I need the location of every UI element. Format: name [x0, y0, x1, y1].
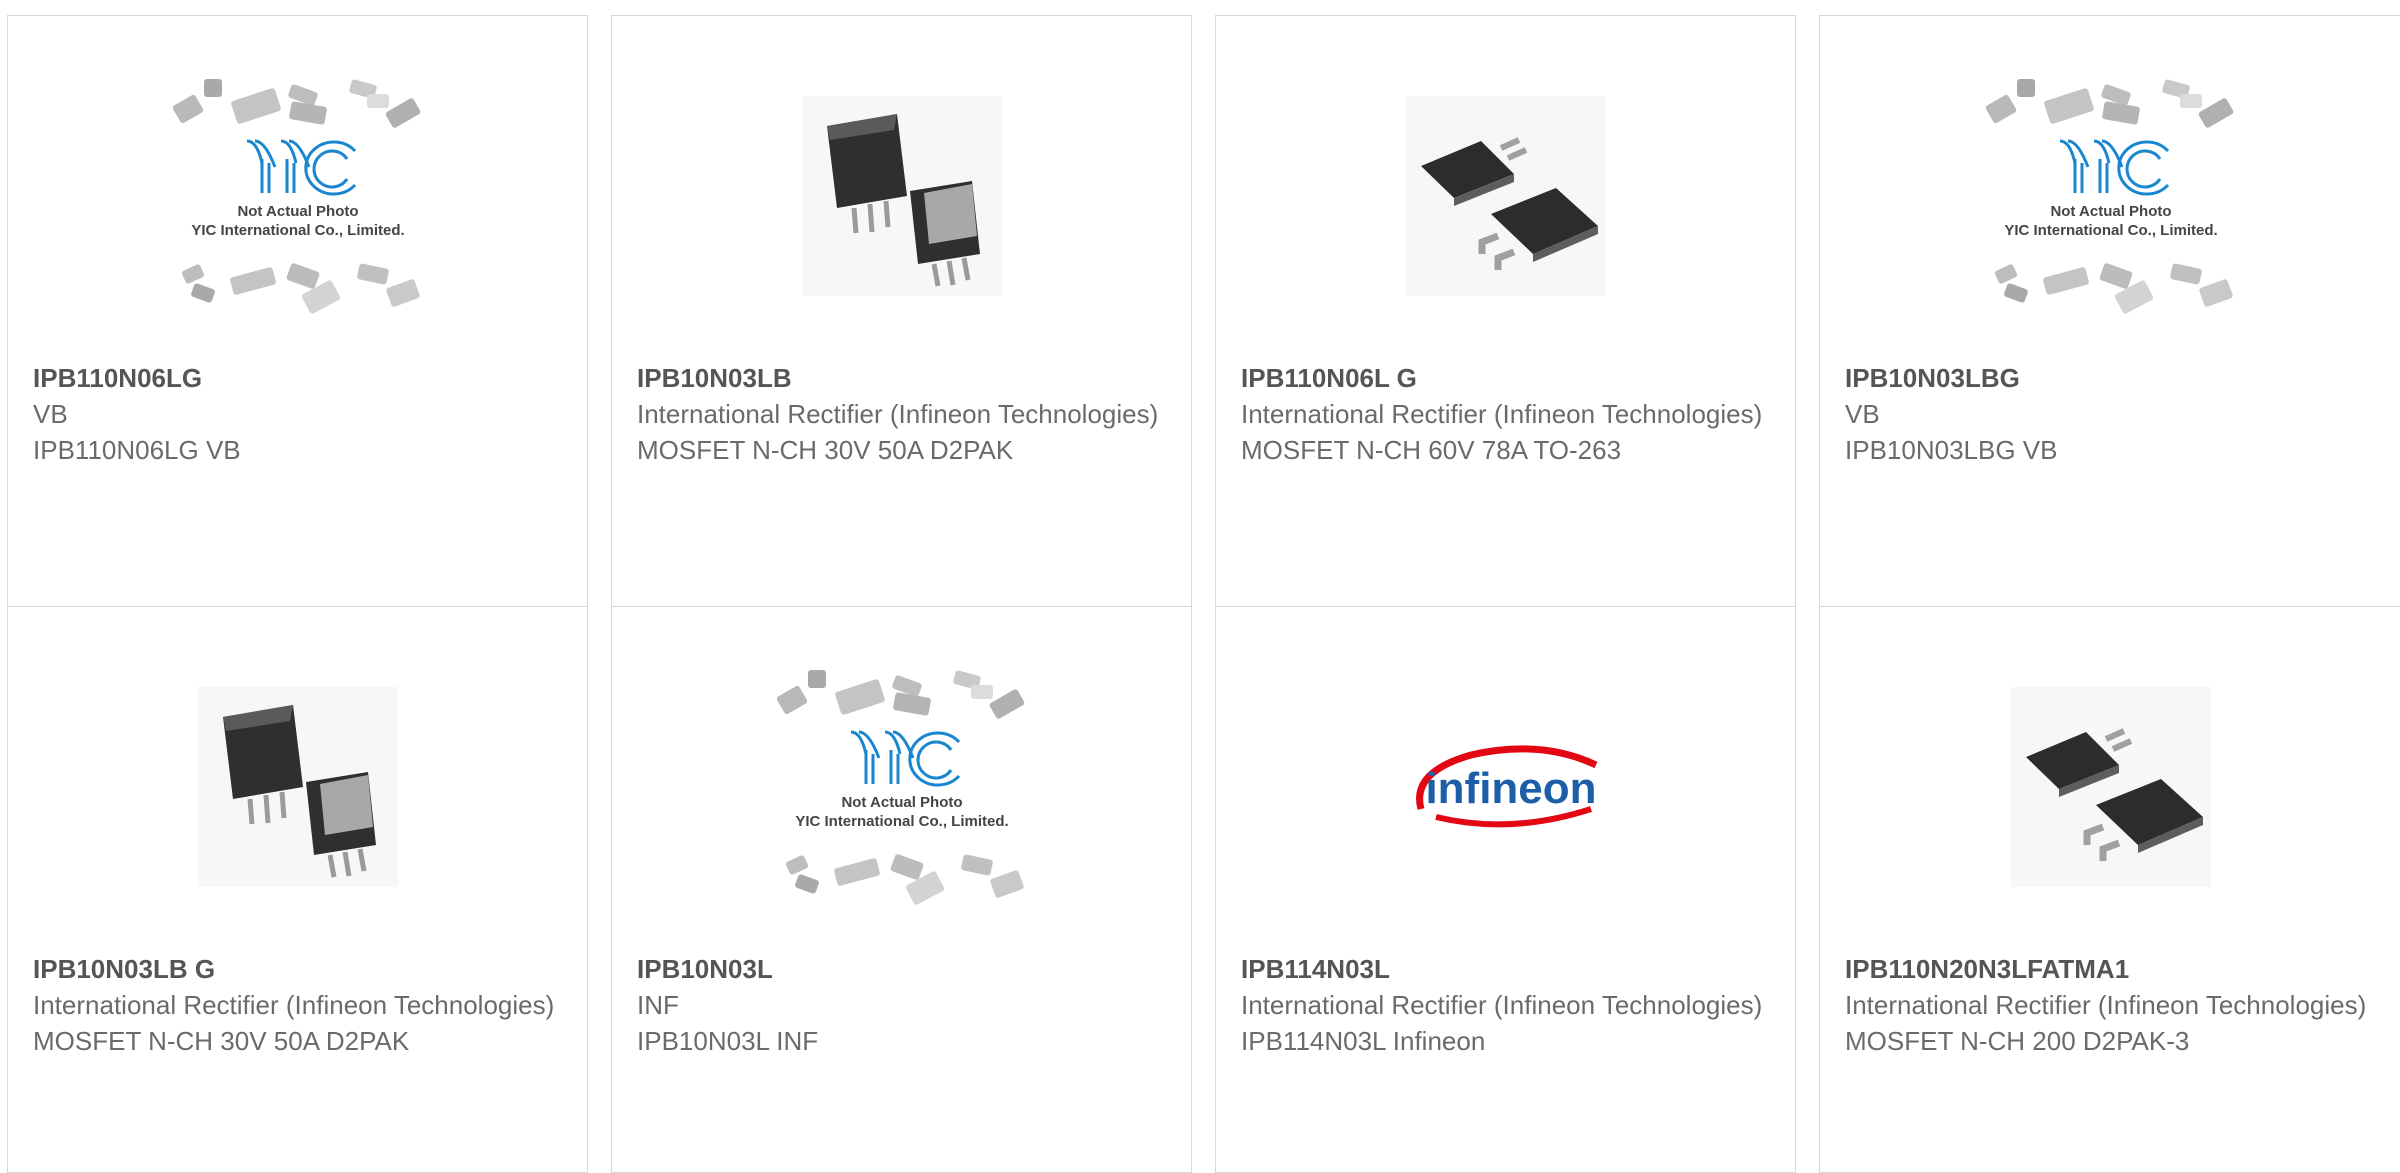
placeholder-icon: Not Actual Photo YIC International Co., L…: [1820, 71, 2400, 321]
product-card[interactable]: Not Actual Photo YIC International Co., L…: [1819, 15, 2400, 625]
d2pak-flat-icon: [1216, 71, 1795, 321]
part-number-link[interactable]: IPB114N03L: [1241, 952, 1775, 987]
d2pak-angled-icon: [612, 71, 1191, 321]
product-card[interactable]: Not Actual Photo YIC International Co., L…: [611, 606, 1192, 1173]
placeholder-icon: Not Actual Photo YIC International Co., L…: [8, 71, 587, 321]
part-number-link[interactable]: IPB10N03LBG: [1845, 361, 2388, 396]
description: IPB110N06LG VB: [33, 435, 241, 465]
product-card[interactable]: Not Actual Photo YIC International Co., L…: [7, 15, 588, 625]
manufacturer: International Rectifier (Infineon Techno…: [33, 990, 555, 1020]
description: MOSFET N-CH 200 D2PAK-3: [1845, 1026, 2190, 1056]
manufacturer: International Rectifier (Infineon Techno…: [637, 399, 1159, 429]
infineon-logo-icon: infineon: [1216, 662, 1795, 912]
part-number-link[interactable]: IPB110N06LG: [33, 361, 567, 396]
product-card[interactable]: infineon IPB114N03L International Rectif…: [1215, 606, 1796, 1173]
description: MOSFET N-CH 30V 50A D2PAK: [33, 1026, 410, 1056]
svg-text:YIC International Co., Limited: YIC International Co., Limited.: [795, 813, 1008, 830]
part-number-link[interactable]: IPB110N20N3LFATMA1: [1845, 952, 2388, 987]
description: IPB114N03L Infineon: [1241, 1026, 1486, 1056]
manufacturer: International Rectifier (Infineon Techno…: [1845, 990, 2367, 1020]
manufacturer: International Rectifier (Infineon Techno…: [1241, 399, 1763, 429]
manufacturer: VB: [1845, 399, 1880, 429]
svg-text:YIC International Co., Limited: YIC International Co., Limited.: [191, 222, 404, 239]
svg-text:Not Actual Photo: Not Actual Photo: [2050, 203, 2171, 220]
manufacturer: VB: [33, 399, 68, 429]
product-card[interactable]: IPB10N03LB G International Rectifier (In…: [7, 606, 588, 1173]
part-number-link[interactable]: IPB10N03L: [637, 952, 1171, 987]
placeholder-icon: Not Actual Photo YIC International Co., L…: [612, 662, 1191, 912]
svg-text:YIC International Co., Limited: YIC International Co., Limited.: [2004, 222, 2217, 239]
product-grid: Not Actual Photo YIC International Co., L…: [0, 0, 2400, 1173]
part-number-link[interactable]: IPB10N03LB: [637, 361, 1171, 396]
svg-text:infineon: infineon: [1425, 764, 1596, 813]
manufacturer: INF: [637, 990, 679, 1020]
description: MOSFET N-CH 60V 78A TO-263: [1241, 435, 1622, 465]
svg-text:Not Actual Photo: Not Actual Photo: [841, 794, 962, 811]
product-card[interactable]: IPB110N06L G International Rectifier (In…: [1215, 15, 1796, 625]
part-number-link[interactable]: IPB110N06L G: [1241, 361, 1775, 396]
description: MOSFET N-CH 30V 50A D2PAK: [637, 435, 1014, 465]
manufacturer: International Rectifier (Infineon Techno…: [1241, 990, 1763, 1020]
d2pak-angled-icon: [8, 662, 587, 912]
part-number-link[interactable]: IPB10N03LB G: [33, 952, 567, 987]
product-card[interactable]: IPB10N03LB International Rectifier (Infi…: [611, 15, 1192, 625]
svg-text:Not Actual Photo: Not Actual Photo: [237, 203, 358, 220]
description: IPB10N03L INF: [637, 1026, 819, 1056]
product-card[interactable]: IPB110N20N3LFATMA1 International Rectifi…: [1819, 606, 2400, 1173]
d2pak-flat-icon: [1820, 662, 2400, 912]
description: IPB10N03LBG VB: [1845, 435, 2058, 465]
